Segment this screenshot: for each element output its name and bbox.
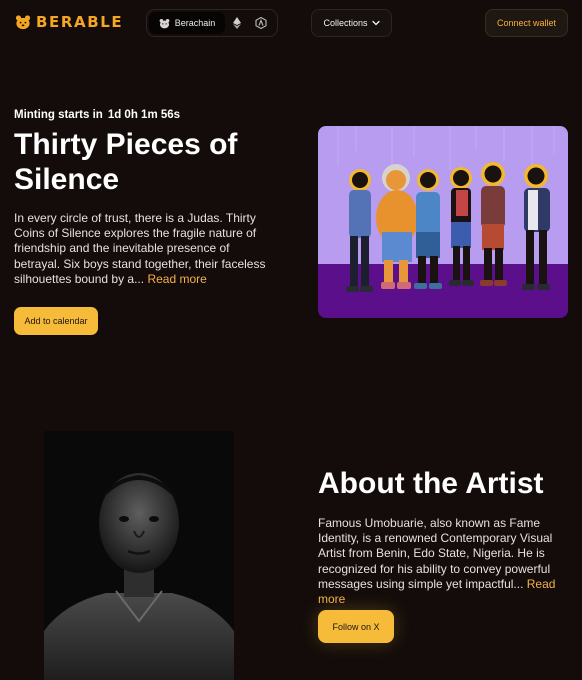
collection-artwork (318, 126, 568, 318)
collections-label: Collections (323, 18, 368, 28)
countdown-value: 1d 0h 1m 56s (107, 109, 181, 121)
portrait-shirt (44, 593, 234, 680)
add-to-calendar-label: Add to calendar (24, 316, 88, 326)
collection-description-text: In every circle of trust, there is a Jud… (14, 211, 266, 286)
ethereum-icon (233, 17, 241, 29)
bera-icon (159, 18, 170, 28)
connect-wallet-label: Connect wallet (496, 18, 557, 28)
chain-option-arbitrum[interactable] (249, 12, 273, 34)
collection-description: In every circle of trust, there is a Jud… (14, 211, 278, 287)
collection-title: Thirty Pieces of Silence (14, 128, 238, 196)
chevron-down-icon (371, 20, 380, 26)
mint-countdown: Minting starts in 1d 0h 1m 56s (14, 109, 180, 121)
top-navigation: BERABLE Berachain Collections Connect wa… (0, 0, 582, 46)
follow-on-x-label: Follow on X (332, 621, 380, 632)
bear-logo-icon (15, 15, 31, 30)
chain-label: Berachain (174, 18, 216, 28)
chain-switcher: Berachain (146, 9, 278, 37)
berable-logo[interactable]: BERABLE (15, 13, 123, 31)
read-more-link[interactable]: Read more (147, 272, 206, 286)
artist-description-text: Famous Umobuarie, also known as Fame Ide… (318, 516, 553, 591)
artist-description: Famous Umobuarie, also known as Fame Ide… (318, 516, 570, 607)
follow-on-x-button[interactable]: Follow on X (318, 610, 394, 643)
logo-wordmark: BERABLE (36, 13, 124, 31)
collections-dropdown[interactable]: Collections (311, 9, 392, 37)
add-to-calendar-button[interactable]: Add to calendar (14, 307, 98, 335)
connect-wallet-button[interactable]: Connect wallet (485, 9, 568, 37)
about-artist-title: About the Artist (318, 467, 544, 500)
chain-option-berachain[interactable]: Berachain (149, 12, 225, 34)
chain-option-ethereum[interactable] (225, 12, 249, 34)
countdown-label: Minting starts in (14, 109, 103, 121)
arbitrum-icon (255, 17, 267, 29)
artist-portrait (44, 431, 234, 680)
